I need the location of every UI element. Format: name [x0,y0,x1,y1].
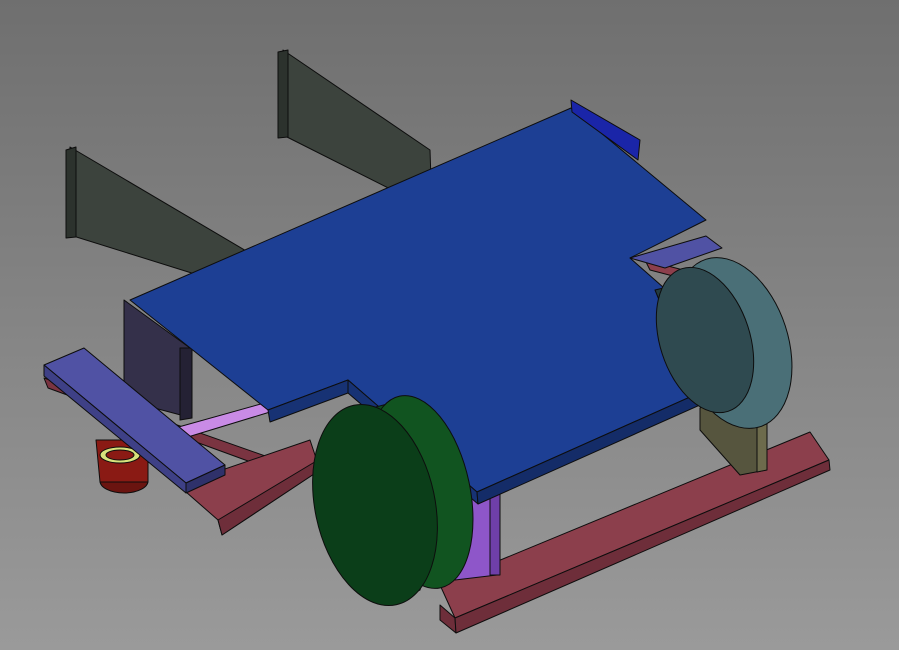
robot-chassis-model[interactable] [0,0,899,650]
cad-viewport[interactable] [0,0,899,650]
